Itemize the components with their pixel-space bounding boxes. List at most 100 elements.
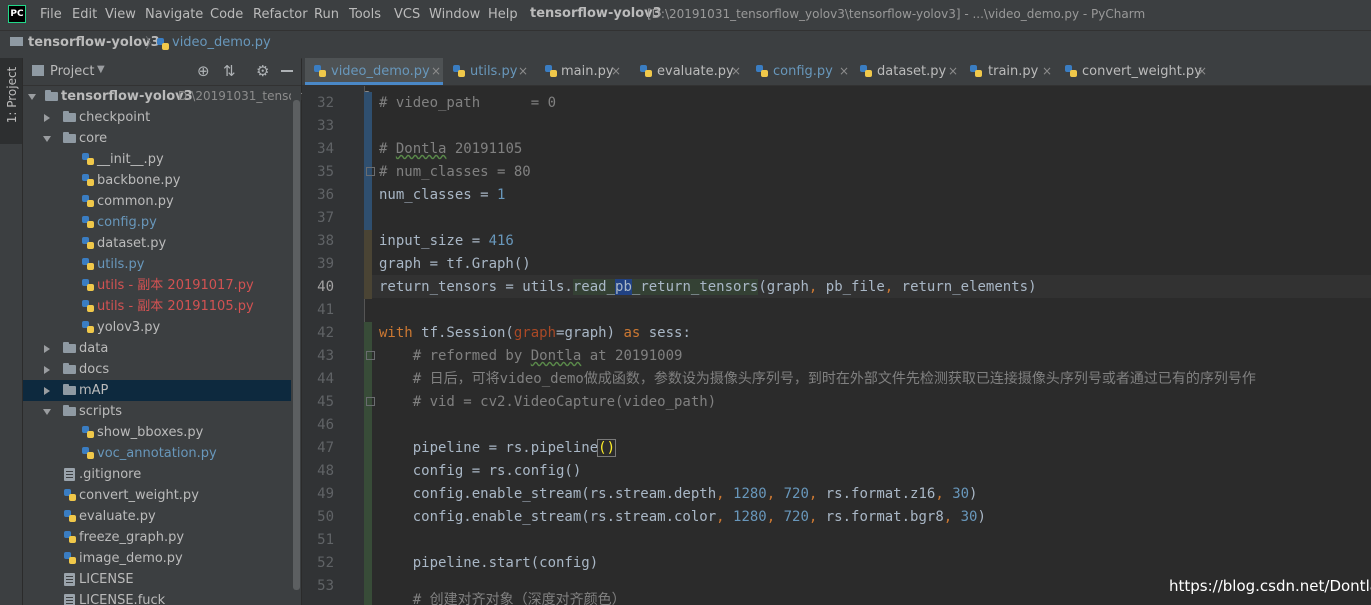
tree-item-convert-weight[interactable]: convert_weight.py — [23, 485, 301, 506]
hide-panel-icon[interactable] — [281, 70, 293, 72]
tree-item-checkpoint[interactable]: checkpoint — [23, 107, 301, 128]
tab-main[interactable]: main.py × — [538, 58, 626, 85]
close-tab-icon[interactable]: × — [1042, 58, 1052, 85]
tree-item-license-fuck[interactable]: LICENSE.fuck — [23, 590, 301, 605]
breadcrumb-file[interactable]: video_demo.py — [172, 35, 271, 50]
close-tab-icon[interactable]: × — [839, 58, 849, 85]
window-title-path: [D:\20191031_tensorflow_yolov3\tensorflo… — [647, 7, 1146, 21]
code-line-38[interactable]: input_size = 416 — [379, 230, 514, 253]
code-line-32[interactable]: # video_path = 0 — [379, 92, 556, 115]
tree-item-show-bboxes[interactable]: show_bboxes.py — [23, 422, 301, 443]
code-line-39[interactable]: graph = tf.Graph() — [379, 253, 531, 276]
code-line-43[interactable]: # reformed by Dontla at 20191009 — [379, 345, 683, 368]
menu-view[interactable]: View — [105, 7, 136, 22]
code-line-36[interactable]: num_classes = 1 — [379, 184, 505, 207]
tab-evaluate[interactable]: evaluate.py × — [634, 58, 744, 85]
project-tool-label[interactable]: 1: Project — [5, 57, 19, 133]
menu-run[interactable]: Run — [314, 7, 339, 22]
code-token: sess: — [640, 325, 691, 341]
close-tab-icon[interactable]: × — [1197, 58, 1207, 85]
tab-config[interactable]: config.py × — [752, 58, 852, 85]
python-file-icon — [860, 65, 872, 78]
menu-navigate[interactable]: Navigate — [145, 7, 203, 22]
fold-marker-icon[interactable] — [366, 351, 375, 360]
tab-utils[interactable]: utils.py × — [446, 58, 530, 85]
code-token: , — [766, 509, 784, 525]
close-tab-icon[interactable]: × — [611, 58, 621, 85]
code-token: 30 — [960, 509, 978, 525]
tree-item-utils-copy-1017[interactable]: utils - 副本 20191017.py — [23, 275, 301, 296]
fold-marker-icon[interactable] — [366, 167, 375, 176]
tab-train[interactable]: train.py × — [966, 58, 1054, 85]
line-number: 47 — [317, 440, 334, 456]
tree-item-label: voc_annotation.py — [97, 446, 217, 461]
project-view-title[interactable]: Project — [50, 64, 94, 79]
close-tab-icon[interactable]: × — [948, 58, 958, 85]
tree-root[interactable]: tensorflow-yolov3 D:\20191031_tensorflow… — [23, 86, 371, 107]
tree-item-yolov3[interactable]: yolov3.py — [23, 317, 301, 338]
code-line-53[interactable]: # 创建对齐对象（深度对齐颜色） — [379, 589, 626, 605]
tree-item-dataset[interactable]: dataset.py — [23, 233, 301, 254]
expand-arrow-icon — [43, 136, 51, 142]
menu-vcs[interactable]: VCS — [394, 7, 420, 22]
tree-item-voc-annotation[interactable]: voc_annotation.py — [23, 443, 301, 464]
close-tab-icon[interactable]: × — [518, 58, 528, 85]
tree-item-freeze-graph[interactable]: freeze_graph.py — [23, 527, 301, 548]
tree-item-common[interactable]: common.py — [23, 191, 301, 212]
menu-tools[interactable]: Tools — [349, 7, 381, 22]
code-line-40[interactable]: return_tensors = utils.read_pb_return_te… — [379, 276, 1037, 299]
code-line-44[interactable]: # 日后，可将video_demo做成函数，参数设为摄像头序列号，到时在外部文件… — [379, 368, 1371, 391]
tree-item-utils-copy-1105[interactable]: utils - 副本 20191105.py — [23, 296, 301, 317]
tree-item-gitignore[interactable]: .gitignore — [23, 464, 301, 485]
tree-item-init[interactable]: __init__.py — [23, 149, 301, 170]
code-line-42[interactable]: with tf.Session(graph=graph) as sess: — [379, 322, 691, 345]
tree-item-docs[interactable]: docs — [23, 359, 301, 380]
tree-item-evaluate[interactable]: evaluate.py — [23, 506, 301, 527]
tree-item-core[interactable]: core — [23, 128, 301, 149]
project-scrollbar-thumb[interactable] — [293, 100, 300, 590]
tree-item-scripts[interactable]: scripts — [23, 401, 301, 422]
tree-item-image-demo[interactable]: image_demo.py — [23, 548, 301, 569]
code-token: rs.format.z16 — [825, 486, 936, 502]
close-tab-icon[interactable]: × — [431, 58, 441, 85]
tree-item-data[interactable]: data — [23, 338, 301, 359]
code-line-50[interactable]: config.enable_stream(rs.stream.color, 12… — [379, 506, 986, 529]
tab-video-demo[interactable]: video_demo.py × — [305, 58, 443, 85]
tree-item-config[interactable]: config.py — [23, 212, 301, 233]
tree-item-label: data — [79, 341, 109, 356]
code-line-47[interactable]: pipeline = rs.pipeline() — [379, 437, 617, 460]
menu-refactor[interactable]: Refactor — [253, 7, 308, 22]
tree-item-utils[interactable]: utils.py — [23, 254, 301, 275]
code-line-49[interactable]: config.enable_stream(rs.stream.depth, 12… — [379, 483, 978, 506]
tree-item-map[interactable]: mAP — [23, 380, 301, 401]
menu-window[interactable]: Window — [429, 7, 480, 22]
code-line-52[interactable]: pipeline.start(config) — [379, 552, 598, 575]
tab-label: config.py — [773, 64, 833, 79]
code-token: config.enable_stream(rs.stream.depth — [379, 486, 717, 502]
fold-marker-icon[interactable] — [366, 397, 375, 406]
tree-item-backbone[interactable]: backbone.py — [23, 170, 301, 191]
settings-gear-icon[interactable]: ⚙ — [256, 62, 269, 80]
menu-code[interactable]: Code — [210, 7, 243, 22]
tab-dataset[interactable]: dataset.py × — [856, 58, 960, 85]
collapse-all-icon[interactable]: ⇅ — [223, 62, 236, 80]
code-token: rs.format.bgr8 — [825, 509, 944, 525]
tab-convert-weight[interactable]: convert_weight.py × — [1061, 58, 1211, 85]
view-dropdown-icon[interactable]: ▼ — [97, 64, 105, 75]
breadcrumb-project[interactable]: tensorflow-yolov3 — [28, 35, 160, 50]
menu-help[interactable]: Help — [488, 7, 518, 22]
tab-label: convert_weight.py — [1082, 64, 1202, 79]
code-line-45[interactable]: # vid = cv2.VideoCapture(video_path) — [379, 391, 716, 414]
code-line-48[interactable]: config = rs.config() — [379, 460, 582, 483]
collapsed-arrow-icon — [44, 345, 50, 353]
menu-edit[interactable]: Edit — [72, 7, 97, 22]
code-token: read_ — [572, 279, 616, 295]
line-number: 53 — [317, 578, 334, 594]
locate-file-icon[interactable]: ⊕ — [197, 62, 210, 80]
line-number: 42 — [317, 325, 334, 341]
code-line-35[interactable]: # num_classes = 80 — [379, 161, 531, 184]
close-tab-icon[interactable]: × — [731, 58, 741, 85]
menu-file[interactable]: File — [40, 7, 62, 22]
code-line-34[interactable]: # Dontla 20191105 — [379, 138, 522, 161]
tree-item-license[interactable]: LICENSE — [23, 569, 301, 590]
